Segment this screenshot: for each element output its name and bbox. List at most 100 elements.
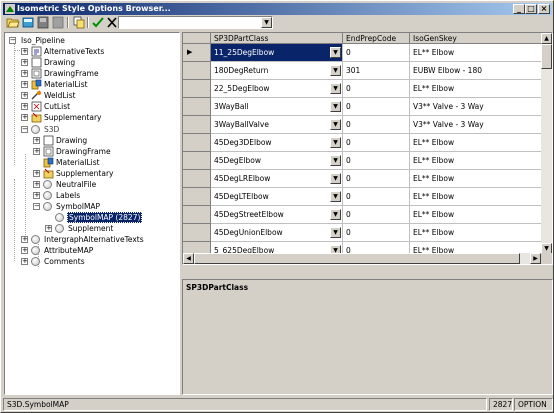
chevron-down-icon[interactable]: ▼	[330, 47, 341, 58]
scroll-left-icon[interactable]: ◀	[183, 253, 194, 264]
iso-skey-cell[interactable]: EL** Elbow	[410, 206, 550, 224]
part-class-cell[interactable]: 45DegElbow	[211, 152, 343, 170]
save-icon[interactable]	[36, 16, 50, 29]
scroll-right-icon[interactable]: ▶	[530, 253, 541, 264]
row-header[interactable]	[183, 62, 211, 80]
expand-icon[interactable]: +	[45, 225, 52, 232]
expand-icon[interactable]: +	[21, 236, 28, 243]
expand-icon[interactable]: +	[21, 92, 28, 99]
expand-icon[interactable]: +	[21, 81, 28, 88]
collapse-icon[interactable]: −	[9, 37, 16, 44]
expand-icon[interactable]: +	[21, 247, 28, 254]
row-header[interactable]	[183, 134, 211, 152]
row-header[interactable]	[183, 188, 211, 206]
chevron-down-icon[interactable]: ▼	[330, 65, 341, 76]
iso-skey-cell[interactable]: EL** Elbow	[410, 80, 550, 98]
end-prep-cell[interactable]: 0	[343, 152, 410, 170]
iso-skey-cell[interactable]: EL** Elbow	[410, 152, 550, 170]
column-header[interactable]: SP3DPartClass	[211, 33, 343, 44]
expand-icon[interactable]: +	[33, 148, 40, 155]
chevron-down-icon[interactable]: ▼	[330, 191, 341, 202]
row-header[interactable]	[183, 170, 211, 188]
iso-skey-cell[interactable]: EL** Elbow	[410, 224, 550, 242]
part-class-cell[interactable]: 3WayBall	[211, 98, 343, 116]
row-header[interactable]	[183, 224, 211, 242]
chevron-down-icon[interactable]: ▼	[330, 137, 341, 148]
iso-skey-cell[interactable]: EUBW Elbow - 180	[410, 62, 550, 80]
end-prep-cell[interactable]: 0	[343, 134, 410, 152]
disabled-icon[interactable]	[51, 16, 65, 29]
row-header[interactable]	[183, 152, 211, 170]
chevron-down-icon[interactable]: ▼	[330, 155, 341, 166]
cross-icon[interactable]	[105, 16, 119, 29]
part-class-cell[interactable]: 45DegStreetElbow	[211, 206, 343, 224]
expand-icon[interactable]: +	[33, 170, 40, 177]
expand-icon[interactable]: +	[21, 103, 28, 110]
check-icon[interactable]	[91, 16, 105, 29]
new-icon[interactable]	[21, 16, 35, 29]
row-header[interactable]	[183, 116, 211, 134]
iso-skey-cell[interactable]: V3** Valve - 3 Way	[410, 98, 550, 116]
column-header[interactable]: EndPrepCode	[343, 33, 410, 44]
scrollbar-thumb[interactable]	[194, 253, 520, 264]
iso-skey-cell[interactable]: EL** Elbow	[410, 134, 550, 152]
horizontal-scrollbar[interactable]: ◀ ▶	[183, 253, 541, 264]
chevron-down-icon[interactable]: ▼	[330, 101, 341, 112]
end-prep-cell[interactable]: 0	[343, 170, 410, 188]
column-header[interactable]: IsoGenSkey	[410, 33, 550, 44]
end-prep-cell[interactable]: 0	[343, 188, 410, 206]
part-class-cell[interactable]: 180DegReturn	[211, 62, 343, 80]
expand-icon[interactable]: +	[21, 114, 28, 121]
chevron-down-icon[interactable]: ▼	[330, 227, 341, 238]
chevron-down-icon[interactable]: ▼	[261, 17, 272, 28]
expand-icon[interactable]: +	[21, 48, 28, 55]
part-class-cell[interactable]: 45Deg3DElbow	[211, 134, 343, 152]
iso-skey-cell[interactable]: EL** Elbow	[410, 170, 550, 188]
end-prep-cell[interactable]: 0	[343, 206, 410, 224]
expand-icon[interactable]: +	[33, 192, 40, 199]
row-header[interactable]	[183, 206, 211, 224]
collapse-icon[interactable]: −	[21, 126, 28, 133]
close-button[interactable]: ×	[538, 4, 550, 14]
end-prep-cell[interactable]: 301	[343, 62, 410, 80]
end-prep-cell[interactable]: 0	[343, 98, 410, 116]
end-prep-cell[interactable]: 0	[343, 116, 410, 134]
end-prep-cell[interactable]: 0	[343, 44, 410, 62]
tree-item-label: Supplementary	[56, 169, 114, 178]
open-icon[interactable]	[6, 16, 20, 29]
iso-skey-cell[interactable]: EL** Elbow	[410, 188, 550, 206]
chevron-down-icon[interactable]: ▼	[330, 83, 341, 94]
row-header[interactable]: ▶	[183, 44, 211, 62]
minimize-button[interactable]: _	[513, 4, 525, 14]
maximize-button[interactable]: □	[525, 4, 537, 14]
part-class-cell[interactable]: 11_25DegElbow	[211, 44, 343, 62]
end-prep-cell[interactable]: 0	[343, 224, 410, 242]
chevron-down-icon[interactable]: ▼	[330, 119, 341, 130]
expand-icon[interactable]: +	[33, 181, 40, 188]
iso-skey-cell[interactable]: V3** Valve - 3 Way	[410, 116, 550, 134]
copy-icon[interactable]	[72, 16, 86, 29]
data-grid[interactable]: SP3DPartClass EndPrepCode IsoGenSkey ▶ 11…	[182, 32, 553, 265]
part-class-cell[interactable]: 22_5DegElbow	[211, 80, 343, 98]
scrollbar-thumb[interactable]	[541, 44, 552, 69]
scope-combo[interactable]: ▼	[118, 16, 273, 29]
iso-skey-cell[interactable]: EL** Elbow	[410, 44, 550, 62]
end-prep-cell[interactable]: 0	[343, 80, 410, 98]
part-class-cell[interactable]: 45DegLRElbow	[211, 170, 343, 188]
scroll-up-icon[interactable]: ▲	[541, 33, 552, 44]
part-class-cell[interactable]: 3WayBallValve	[211, 116, 343, 134]
row-header[interactable]	[183, 80, 211, 98]
expand-icon[interactable]: +	[33, 137, 40, 144]
pane-splitter[interactable]	[182, 267, 553, 277]
collapse-icon[interactable]: −	[33, 203, 40, 210]
row-header[interactable]	[183, 98, 211, 116]
part-class-cell[interactable]: 45DegUnionElbow	[211, 224, 343, 242]
options-tree[interactable]: − Iso_Pipeline + AlternativeTexts + Draw…	[4, 32, 180, 395]
expand-icon[interactable]: +	[21, 59, 28, 66]
expand-icon[interactable]: +	[21, 70, 28, 77]
vertical-scrollbar[interactable]: ▲ ▼	[541, 33, 552, 254]
part-class-cell[interactable]: 45DegLTElbow	[211, 188, 343, 206]
chevron-down-icon[interactable]: ▼	[330, 173, 341, 184]
expand-icon[interactable]: +	[21, 258, 28, 265]
chevron-down-icon[interactable]: ▼	[330, 209, 341, 220]
